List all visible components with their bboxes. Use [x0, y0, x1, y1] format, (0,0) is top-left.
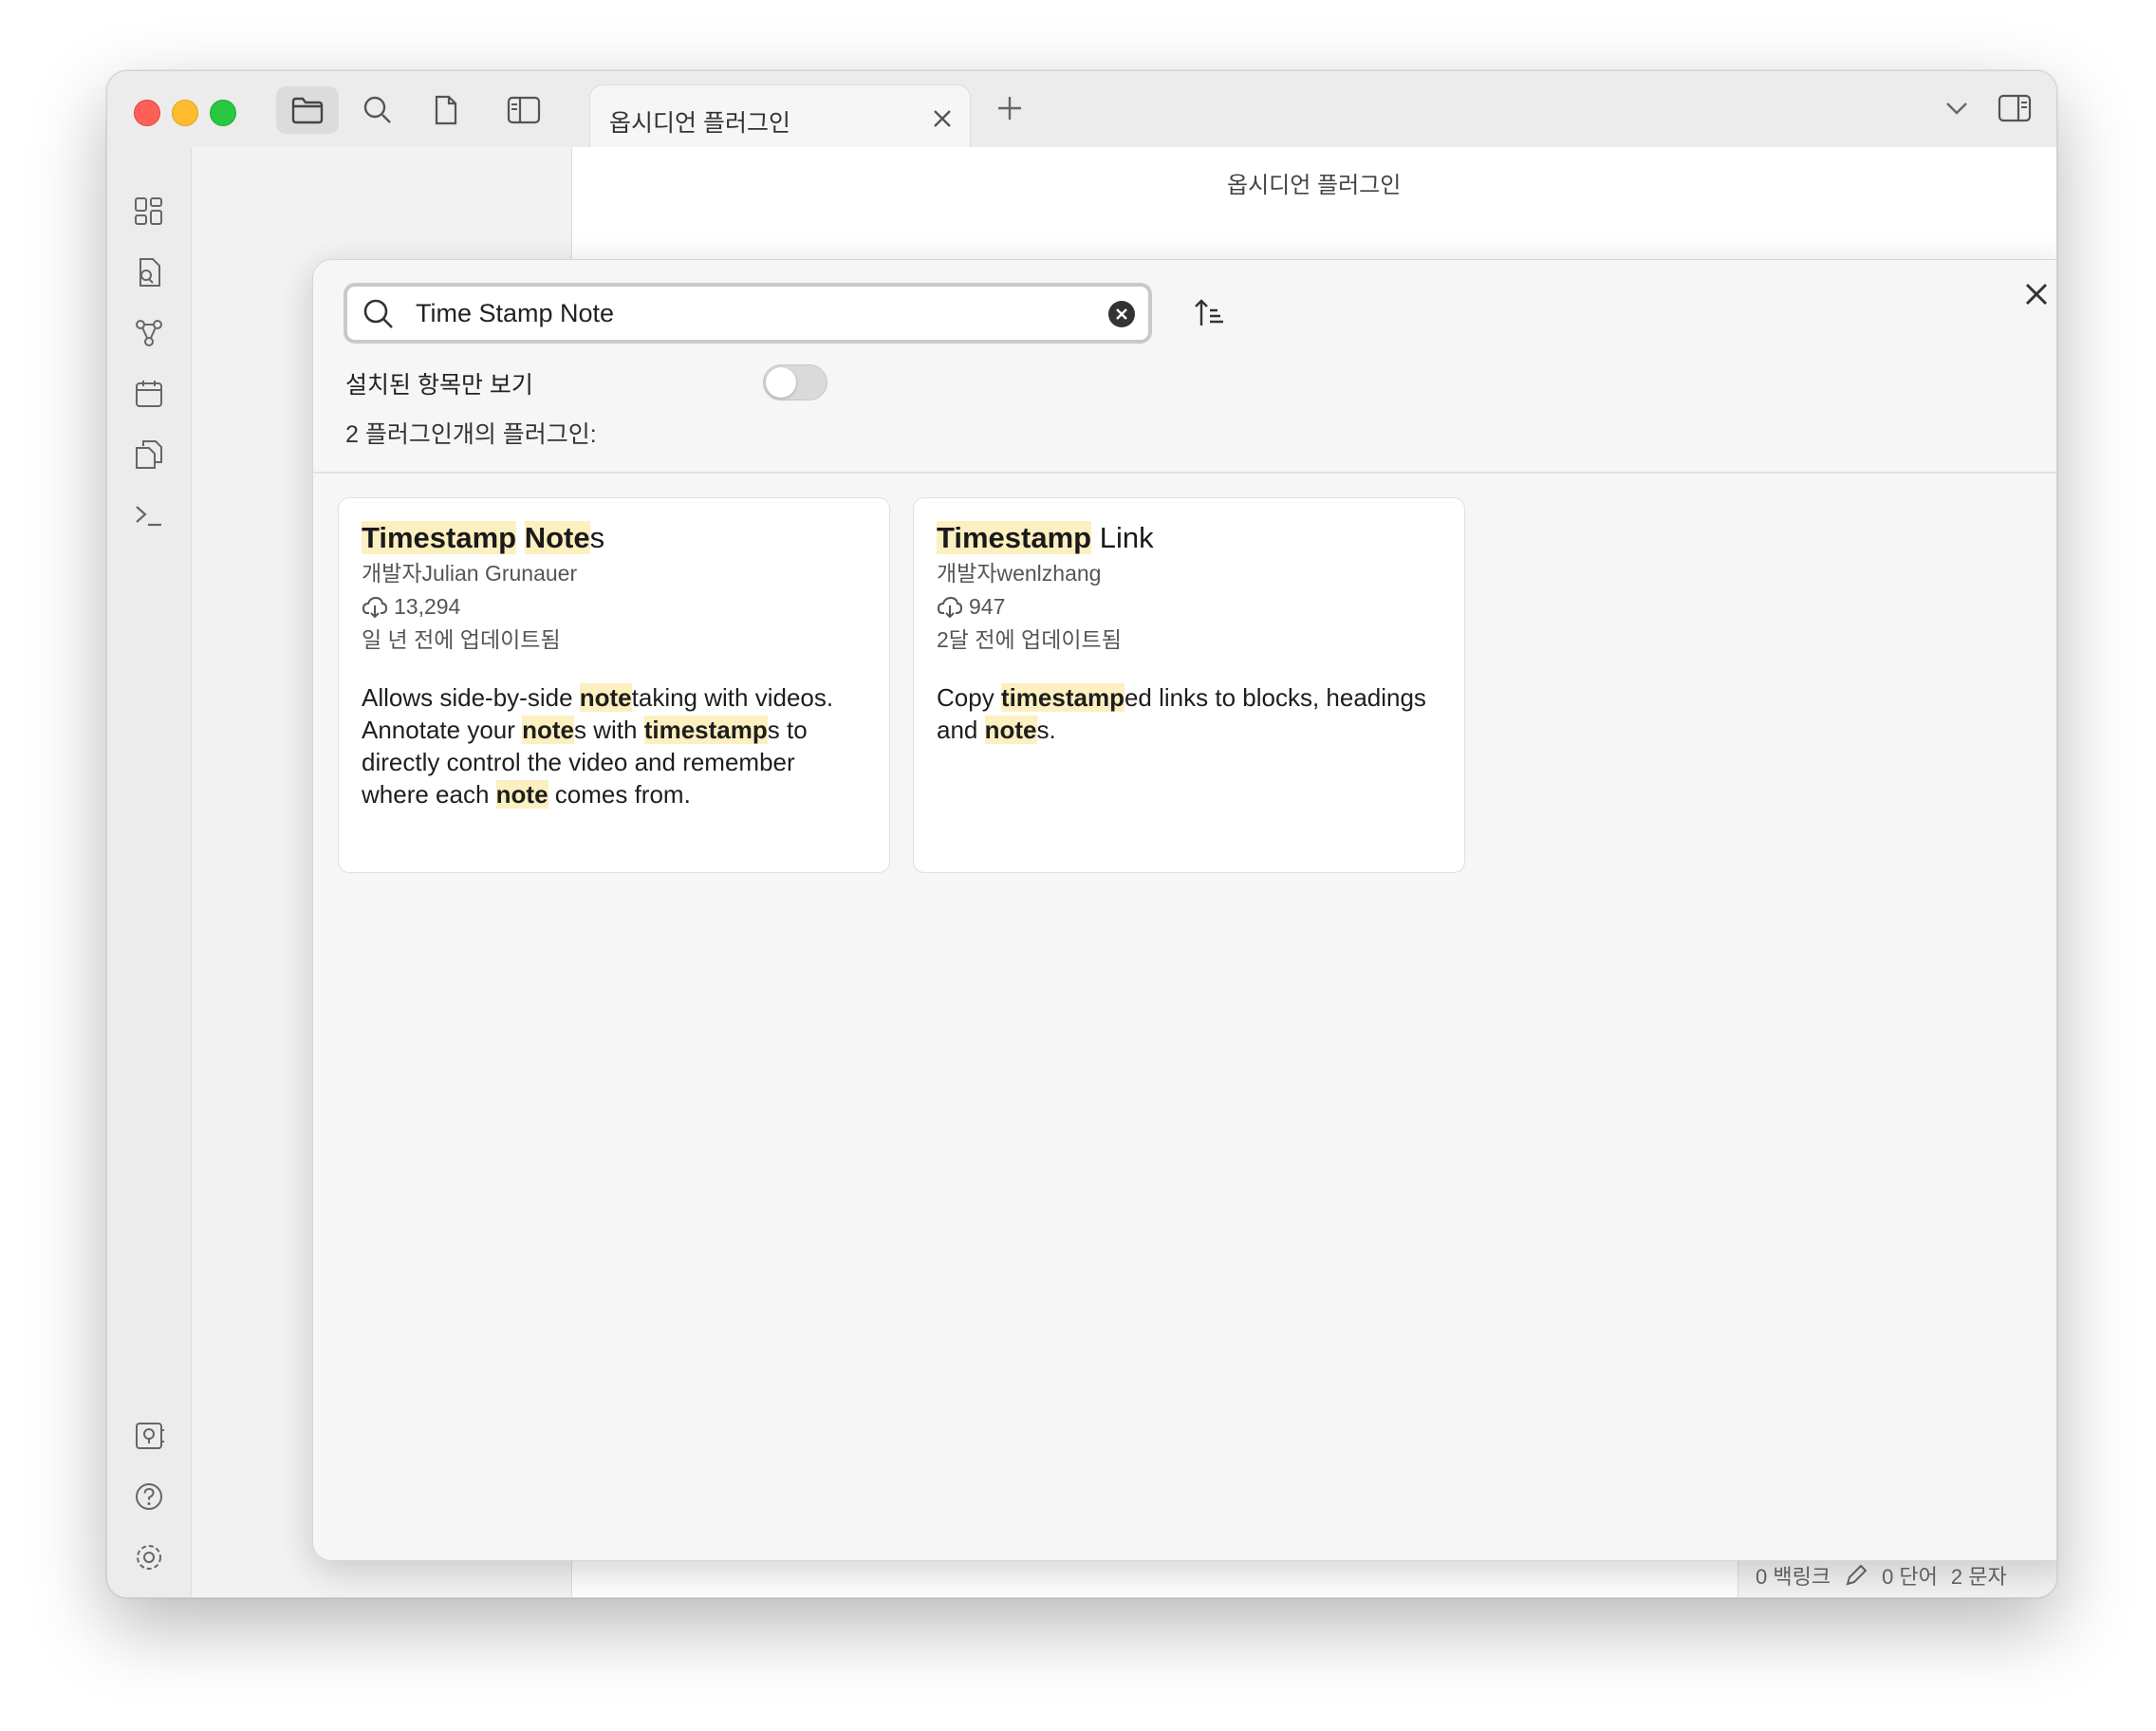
ribbon: [107, 147, 192, 1597]
sidebar-left-icon: [507, 96, 541, 124]
pencil-icon[interactable]: [1844, 1563, 1868, 1588]
file-icon: [435, 95, 457, 125]
sort-ascending-icon: [1195, 299, 1223, 326]
desc-highlight: note: [984, 716, 1037, 744]
ribbon-dashboard-button[interactable]: [130, 193, 168, 231]
bookmarks-button[interactable]: [415, 86, 477, 134]
chevron-down-icon: [1946, 102, 1967, 115]
plugin-description: Copy timestamped links to blocks, headin…: [937, 681, 1441, 746]
ribbon-help-button[interactable]: [130, 1478, 168, 1516]
ribbon-graph-button[interactable]: [130, 314, 168, 352]
tab-obsidian-plugins[interactable]: 옵시디언 플러그인: [589, 84, 971, 150]
terminal-icon: [136, 506, 161, 527]
desc-text: s with: [574, 716, 644, 744]
divider: [313, 472, 2056, 474]
tab-list-button[interactable]: [1944, 100, 1969, 117]
calendar-icon: [136, 381, 162, 407]
close-icon: [934, 110, 951, 127]
desc-text: Copy: [937, 683, 1001, 712]
ribbon-file-search-button[interactable]: [130, 253, 168, 291]
search-button[interactable]: [346, 86, 409, 134]
plugin-author: 개발자Julian Grunauer: [362, 561, 578, 586]
desc-text: Allows side-by-side: [362, 683, 580, 712]
note-title: 옵시디언 플러그인: [1227, 173, 1402, 198]
plugin-card[interactable]: Timestamp Notes 개발자Julian Grunauer 13,29…: [338, 497, 890, 873]
help-icon: [136, 1483, 162, 1510]
plugin-author: 개발자wenlzhang: [937, 561, 1102, 586]
word-count: 0 단어: [1882, 1564, 1938, 1589]
title-text: [516, 521, 525, 554]
tab-title: 옵시디언 플러그인: [609, 110, 790, 137]
plugin-title: Timestamp Link: [937, 519, 1441, 557]
plus-icon: [998, 97, 1021, 120]
plugin-title: Timestamp Notes: [362, 519, 866, 557]
download-cloud-icon: [937, 596, 963, 618]
toggle-knob: [766, 367, 796, 398]
desc-text: s.: [1036, 716, 1056, 744]
search-query[interactable]: Time Stamp Note: [416, 299, 614, 328]
clear-icon: [1116, 308, 1127, 320]
clear-search-button[interactable]: [1108, 301, 1135, 327]
title-highlight: Timestamp: [937, 521, 1092, 554]
plugin-updated: 일 년 전에 업데이트됨: [362, 627, 561, 652]
tab-close-button[interactable]: [926, 102, 958, 135]
ribbon-vault-button[interactable]: [130, 1417, 168, 1455]
download-count: 947: [969, 594, 1006, 619]
desc-highlight: note: [579, 683, 632, 712]
settings-icon: [137, 1545, 161, 1570]
folder-icon: [291, 97, 324, 124]
new-tab-button[interactable]: [995, 94, 1024, 122]
desc-highlight: note: [522, 716, 575, 744]
installed-only-label: 설치된 항목만 보기: [345, 372, 533, 399]
char-count: 2 문자: [1950, 1564, 2007, 1589]
search-icon: [363, 96, 391, 123]
ribbon-copy-button[interactable]: [130, 436, 168, 474]
desc-highlight: timestamp: [1000, 683, 1124, 712]
minimize-window-button[interactable]: [172, 100, 198, 126]
result-count: 2 플러그인개의 플러그인:: [345, 421, 597, 448]
zoom-window-button[interactable]: [210, 100, 236, 126]
title-text: Link: [1091, 521, 1154, 554]
plugin-downloads: 947: [937, 590, 1441, 624]
app-window: 옵시디언 플러그인 옵시디언 플러그인 0 백링크 0 단어 2 문자 Time…: [106, 70, 2057, 1598]
plugin-description: Allows side-by-side notetaking with vide…: [362, 681, 866, 810]
download-cloud-icon: [362, 596, 388, 618]
close-icon: [2025, 283, 2048, 306]
installed-only-toggle[interactable]: [763, 364, 827, 400]
title-bar: 옵시디언 플러그인: [107, 71, 2056, 150]
file-explorer-button[interactable]: [276, 86, 339, 134]
ribbon-calendar-button[interactable]: [130, 375, 168, 413]
backlinks-count[interactable]: 0 백링크: [1756, 1560, 1831, 1591]
title-text: s: [589, 521, 605, 554]
dashboard-icon: [135, 197, 162, 225]
plugin-card[interactable]: Timestamp Link 개발자wenlzhang 947 2달 전에 업데…: [913, 497, 1465, 873]
desc-text: comes from.: [548, 780, 691, 809]
desc-highlight: timestamp: [643, 716, 768, 744]
community-plugins-modal: Time Stamp Note 설치된 항목만 보기 2 플러그인개의 플러그인…: [312, 259, 2056, 1561]
plugin-downloads: 13,294: [362, 590, 866, 624]
title-highlight: Timestamp: [362, 521, 517, 554]
search-icon: [362, 298, 395, 330]
sidebar-right-icon: [1998, 94, 2032, 122]
ribbon-settings-button[interactable]: [130, 1538, 168, 1576]
vault-icon: [136, 1423, 164, 1449]
sort-button[interactable]: [1190, 294, 1228, 332]
download-count: 13,294: [394, 594, 461, 619]
plugin-updated: 2달 전에 업데이트됨: [937, 627, 1122, 652]
close-window-button[interactable]: [134, 100, 160, 126]
copy-icon: [136, 440, 162, 469]
graph-icon: [136, 320, 162, 346]
toggle-right-sidebar-button[interactable]: [1998, 94, 2032, 122]
plugin-search-input[interactable]: Time Stamp Note: [344, 283, 1152, 344]
desc-highlight: note: [495, 780, 548, 809]
modal-close-button[interactable]: [2017, 275, 2055, 313]
ribbon-terminal-button[interactable]: [130, 496, 168, 534]
file-search-icon: [139, 258, 160, 287]
title-highlight: Note: [524, 521, 590, 554]
toggle-sidebar-button[interactable]: [493, 86, 555, 134]
